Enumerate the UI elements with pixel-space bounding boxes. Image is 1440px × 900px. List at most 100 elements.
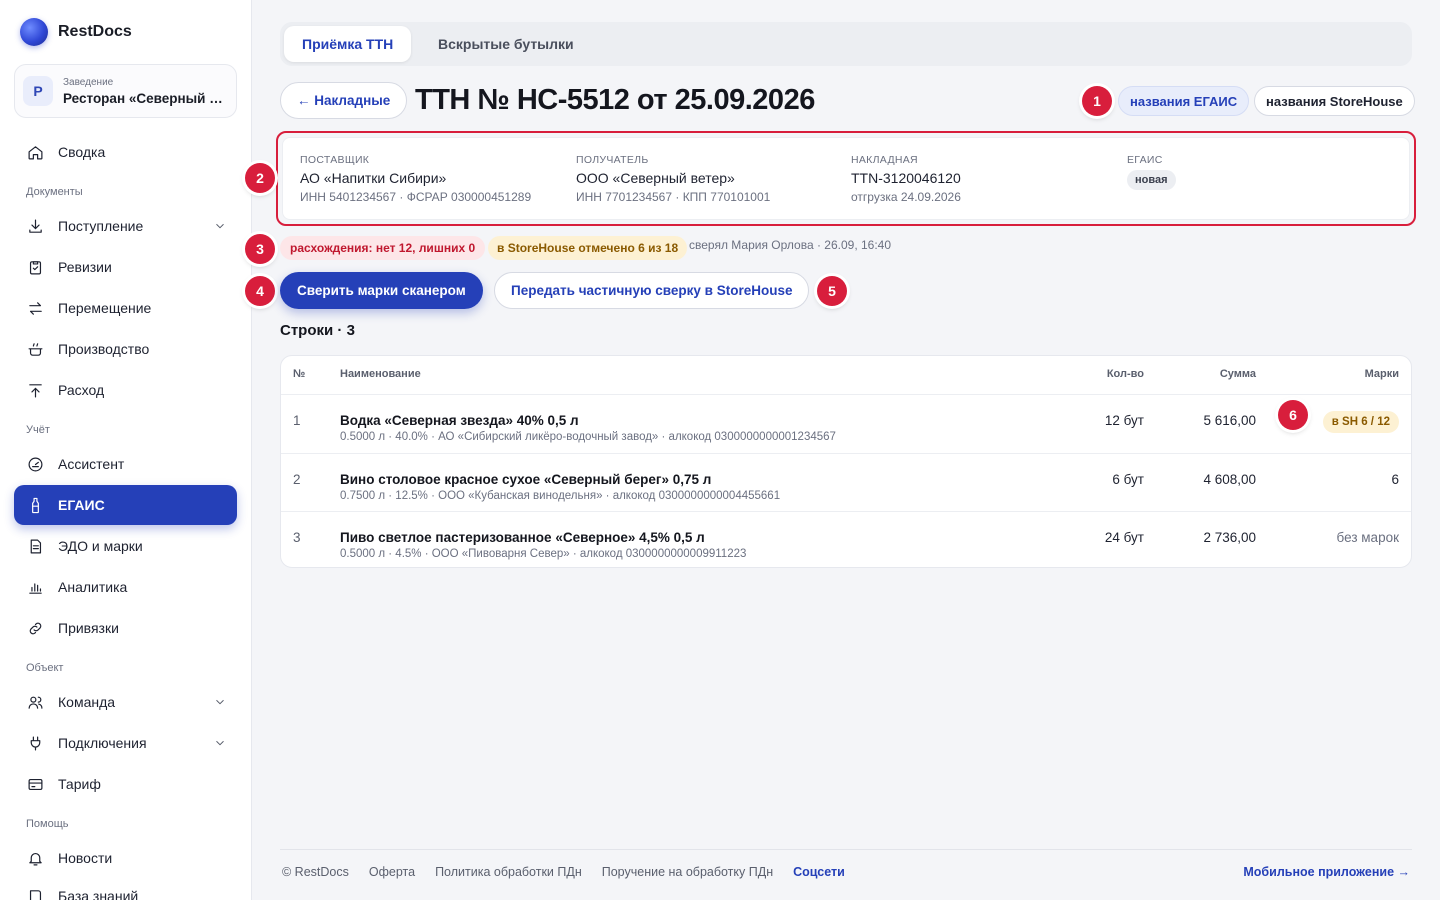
callout-6: 6 <box>1278 400 1308 430</box>
footer-offer-link[interactable]: Оферта <box>369 865 415 879</box>
recipient-label: ПОЛУЧАТЕЛЬ <box>576 154 649 166</box>
chevron-down-icon[interactable] <box>213 736 227 750</box>
row-sum: 2 736,00 <box>1203 530 1256 545</box>
sidebar-item-transfer[interactable]: Перемещение <box>14 288 237 328</box>
section-docs: Документы <box>26 186 83 198</box>
arrow-up-icon <box>26 381 44 399</box>
footer-links: © RestDocs Оферта Политика обработки ПДн… <box>282 865 845 879</box>
document-icon <box>26 537 44 555</box>
table-row[interactable]: 3 Пиво светлое пастеризованное «Северное… <box>281 511 1411 567</box>
sidebar-item-label: Поступление <box>58 218 144 234</box>
send-partial-check-button[interactable]: Передать частичную сверку в StoreHouse <box>494 272 810 309</box>
sidebar-item-audit[interactable]: Ревизии <box>14 247 237 287</box>
sidebar-item-label: Сводка <box>58 144 106 160</box>
row-marks: без марок <box>1336 530 1399 545</box>
table-row[interactable]: 2 Вино столовое красное сухое «Северный … <box>281 453 1411 511</box>
sidebar-item-label: Подключения <box>58 735 147 751</box>
sidebar-item-label: Новости <box>58 850 113 866</box>
row-num: 2 <box>293 472 301 487</box>
sidebar-item-edo[interactable]: ЭДО и марки <box>14 526 237 566</box>
callout-4: 4 <box>245 276 275 306</box>
sidebar-item-expense[interactable]: Расход <box>14 370 237 410</box>
invoice-info-card: ПОСТАВЩИК АО «Напитки Сибири» ИНН 540123… <box>282 137 1410 220</box>
invoice-block: НАКЛАДНАЯ TTN-3120046120 отгрузка 24.09.… <box>851 154 961 204</box>
row-marks: 6 <box>1391 472 1399 487</box>
sidebar-item-income[interactable]: Поступление <box>14 206 237 246</box>
names-storehouse-toggle[interactable]: названия StoreHouse <box>1254 86 1415 116</box>
page-title: ТТН № НС-5512 от 25.09.2026 <box>415 84 815 116</box>
row-qty: 24 бут <box>1104 530 1144 545</box>
sidebar-item-tariff[interactable]: Тариф <box>14 764 237 804</box>
col-header-marks: Марки <box>1364 368 1399 380</box>
recipient-details: ИНН 7701234567 · КПП 770101001 <box>576 190 771 204</box>
tab-ttn-receive[interactable]: Приёмка ТТН <box>284 26 412 62</box>
bottle-icon <box>26 496 44 514</box>
sidebar-item-kb[interactable]: База знаний <box>14 876 237 900</box>
sidebar-item-label: Команда <box>58 694 116 710</box>
sidebar-item-label: ЭДО и марки <box>58 538 143 554</box>
sidebar-item-label: Расход <box>58 382 105 398</box>
sidebar-item-summary[interactable]: Сводка <box>14 132 237 172</box>
sidebar-item-label: Тариф <box>58 776 101 792</box>
callout-1: 1 <box>1082 86 1112 116</box>
bell-icon <box>26 849 44 867</box>
venue-name: Ресторан «Северный ветер» <box>63 90 226 106</box>
row-meta: 0.5000 л · 4.5% · ООО «Пивоварня Север» … <box>340 548 747 560</box>
users-icon <box>26 693 44 711</box>
names-egais-toggle[interactable]: названия ЕГАИС <box>1118 86 1250 116</box>
tab-opened-bottles[interactable]: Вскрытые бутылки <box>420 26 592 62</box>
row-name-cell: Вино столовое красное сухое «Северный бе… <box>340 472 780 502</box>
sidebar-item-analytics[interactable]: Аналитика <box>14 567 237 607</box>
brand-name: RestDocs <box>58 23 132 40</box>
row-num: 1 <box>293 413 301 428</box>
brand[interactable]: RestDocs <box>20 18 132 46</box>
row-sum: 5 616,00 <box>1203 413 1256 428</box>
footer-copyright: © RestDocs <box>282 865 349 879</box>
back-to-invoices-button[interactable]: ← Накладные <box>280 82 408 119</box>
sidebar-item-team[interactable]: Команда <box>14 682 237 722</box>
sidebar-item-bindings[interactable]: Привязки <box>14 608 237 648</box>
chevron-down-icon[interactable] <box>213 695 227 709</box>
venue-selector[interactable]: Р Заведение Ресторан «Северный ветер» <box>14 64 237 118</box>
row-name-cell: Пиво светлое пастеризованное «Северное» … <box>340 530 746 560</box>
footer-privacy-link[interactable]: Политика обработки ПДн <box>435 865 582 879</box>
footer-mobile-app-link[interactable]: Мобильное приложение → <box>1243 865 1410 879</box>
pot-icon <box>26 340 44 358</box>
bar-chart-icon <box>26 578 44 596</box>
sidebar-item-assistant[interactable]: Ассистент <box>14 444 237 484</box>
table-row[interactable]: 1 Водка «Северная звезда» 40% 0,5 л 0.50… <box>281 395 1411 453</box>
footer-divider <box>280 849 1412 850</box>
row-name: Вино столовое красное сухое «Северный бе… <box>340 472 712 487</box>
row-meta: 0.7500 л · 12.5% · ООО «Кубанская виноде… <box>340 490 781 502</box>
footer-social-link[interactable]: Соцсети <box>793 865 845 879</box>
plug-icon <box>26 734 44 752</box>
brand-logo <box>20 18 48 46</box>
scan-marks-button[interactable]: Сверить марки сканером <box>280 272 483 309</box>
callout-2: 2 <box>245 163 275 193</box>
storehouse-progress-badge: в StoreHouse отмечено 6 из 18 <box>488 236 688 260</box>
section-object: Объект <box>26 662 64 674</box>
footer-processing-link[interactable]: Поручение на обработку ПДн <box>602 865 773 879</box>
col-header-num: № <box>293 368 306 380</box>
sidebar-item-egais[interactable]: ЕГАИС <box>14 485 237 525</box>
sidebar-item-connections[interactable]: Подключения <box>14 723 237 763</box>
book-icon <box>26 887 44 900</box>
sidebar-item-news[interactable]: Новости <box>14 838 237 878</box>
row-sum: 4 608,00 <box>1203 472 1256 487</box>
row-qty: 6 бут <box>1112 472 1144 487</box>
sidebar-item-label: ЕГАИС <box>58 497 105 513</box>
sidebar-item-production[interactable]: Производство <box>14 329 237 369</box>
egais-label: ЕГАИС <box>1127 154 1163 166</box>
sidebar-item-label: Производство <box>58 341 150 357</box>
sidebar-item-label: База знаний <box>58 888 139 900</box>
sidebar-item-label: Перемещение <box>58 300 152 316</box>
venue-label: Заведение <box>63 76 114 88</box>
venue-text: Заведение Ресторан «Северный ветер» <box>63 77 226 106</box>
chevron-down-icon[interactable] <box>213 219 227 233</box>
supplier-name: АО «Напитки Сибири» <box>300 170 447 186</box>
row-name-cell: Водка «Северная звезда» 40% 0,5 л 0.5000… <box>340 413 836 443</box>
invoice-label: НАКЛАДНАЯ <box>851 154 918 166</box>
tabs-bar: Приёмка ТТН Вскрытые бутылки <box>280 22 1412 66</box>
rows-table: № Наименование Кол-во Сумма Марки 1 Водк… <box>280 355 1412 568</box>
section-help: Помощь <box>26 818 69 830</box>
